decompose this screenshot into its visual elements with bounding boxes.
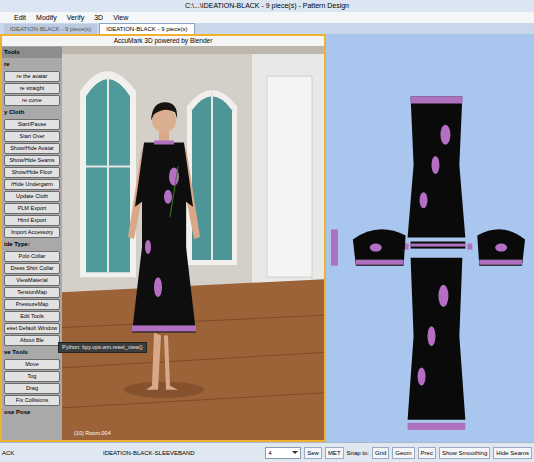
status-button[interactable]: Hide Seams xyxy=(493,447,532,459)
tool-button[interactable]: ViewMaterial xyxy=(4,275,60,286)
pattern-pieces[interactable] xyxy=(326,34,534,442)
tool-section[interactable]: re xyxy=(2,59,62,70)
viewer-window: AccuMark 3D powered by BlenderToolsrere … xyxy=(0,34,326,442)
tool-button[interactable]: Edit Tools xyxy=(4,311,60,322)
tool-button[interactable]: Show/Hide Avatar xyxy=(4,143,60,154)
viewer-body: Toolsrere the avatarre straightre curvey… xyxy=(2,46,324,440)
tool-button[interactable]: Update Cloth xyxy=(4,191,60,202)
menu-item[interactable]: Verify xyxy=(67,12,85,23)
status-text: ACK xyxy=(0,448,100,458)
menu-item[interactable]: Edit xyxy=(14,12,26,23)
viewport-scene[interactable] xyxy=(62,46,324,440)
dropdown[interactable]: 4 xyxy=(265,447,301,459)
viewport-label: (10) Room.004 xyxy=(74,430,111,437)
viewport-3d[interactable]: (10) Room.004 xyxy=(62,46,324,440)
menu-item[interactable]: View xyxy=(113,12,128,23)
status-label: Snap to: xyxy=(347,448,369,458)
tool-button[interactable]: PressureMap xyxy=(4,299,60,310)
status-button[interactable]: Geom xyxy=(392,447,414,459)
dropdown-arrow-icon xyxy=(292,451,298,454)
tool-button[interactable]: Dress Shirt Collar xyxy=(4,263,60,274)
tool-button[interactable]: PLM Export xyxy=(4,203,60,214)
tool-button[interactable]: /Hide Undergarm xyxy=(4,179,60,190)
window-title: C:\...\IDEATION-BLACK - 9 piece(s) - Pat… xyxy=(185,0,349,12)
tool-button[interactable]: TensionMap xyxy=(4,287,60,298)
tool-shelf: Toolsrere the avatarre straightre curvey… xyxy=(2,46,62,440)
tooltip: Python: bpy.ops.wm.reset_view() xyxy=(58,342,147,353)
tool-header[interactable]: Tools xyxy=(2,47,62,58)
tool-button[interactable]: re straight xyxy=(4,83,60,94)
piece-name: IDEATION-BLACK-SLEEVEBAND xyxy=(103,448,262,458)
tool-section[interactable]: ose Pose xyxy=(2,407,62,418)
tool-button[interactable]: Move xyxy=(4,359,60,370)
viewer-title: AccuMark 3D powered by Blender xyxy=(2,36,324,46)
tool-button[interactable]: Show/Hide Floor xyxy=(4,167,60,178)
tool-button[interactable]: Drag xyxy=(4,383,60,394)
tool-section[interactable]: ide Type: xyxy=(2,239,62,250)
status-button[interactable]: Grid xyxy=(372,447,389,459)
menu-bar: Edit Modify Verify 3D View xyxy=(0,12,534,23)
tool-button[interactable]: Start/Pause xyxy=(4,119,60,130)
status-bar: ACKIDEATION-BLACK-SLEEVEBAND4SewMETSnap … xyxy=(0,442,534,462)
tool-button[interactable]: Tog xyxy=(4,371,60,382)
pattern-panel[interactable] xyxy=(326,34,534,442)
tab-bar: IDEATION-BLACK - 9 piece(s)IDEATION-BLAC… xyxy=(0,23,534,34)
menu-item[interactable]: 3D xyxy=(94,12,103,23)
menu-item[interactable]: Modify xyxy=(36,12,57,23)
tool-button[interactable]: About Ble xyxy=(4,335,60,346)
status-button[interactable]: Show Smoothing xyxy=(439,447,490,459)
title-bar: C:\...\IDEATION-BLACK - 9 piece(s) - Pat… xyxy=(0,0,534,12)
tool-button[interactable]: Html Export xyxy=(4,215,60,226)
tool-button[interactable]: Polo Collar xyxy=(4,251,60,262)
tool-button[interactable]: Show/Hide Seams xyxy=(4,155,60,166)
tool-button[interactable]: eset Default Window xyxy=(4,323,60,334)
tool-button[interactable]: Start Over xyxy=(4,131,60,142)
main-area: AccuMark 3D powered by BlenderToolsrere … xyxy=(0,34,534,442)
tool-button[interactable]: re curve xyxy=(4,95,60,106)
document-tab[interactable]: IDEATION-BLACK - 9 piece(s) xyxy=(99,23,194,34)
app-window: C:\...\IDEATION-BLACK - 9 piece(s) - Pat… xyxy=(0,0,534,462)
status-button[interactable]: Prec xyxy=(418,447,436,459)
status-button[interactable]: MET xyxy=(325,447,344,459)
tool-button[interactable]: Import Accessory xyxy=(4,227,60,238)
tool-button[interactable]: Fix Collisions xyxy=(4,395,60,406)
document-tab[interactable]: IDEATION-BLACK - 9 piece(s) xyxy=(4,24,97,34)
tool-button[interactable]: re the avatar xyxy=(4,71,60,82)
status-button[interactable]: Sew xyxy=(304,447,322,459)
tool-section[interactable]: y Cloth xyxy=(2,107,62,118)
tool-section[interactable]: ve Tools xyxy=(2,347,62,358)
